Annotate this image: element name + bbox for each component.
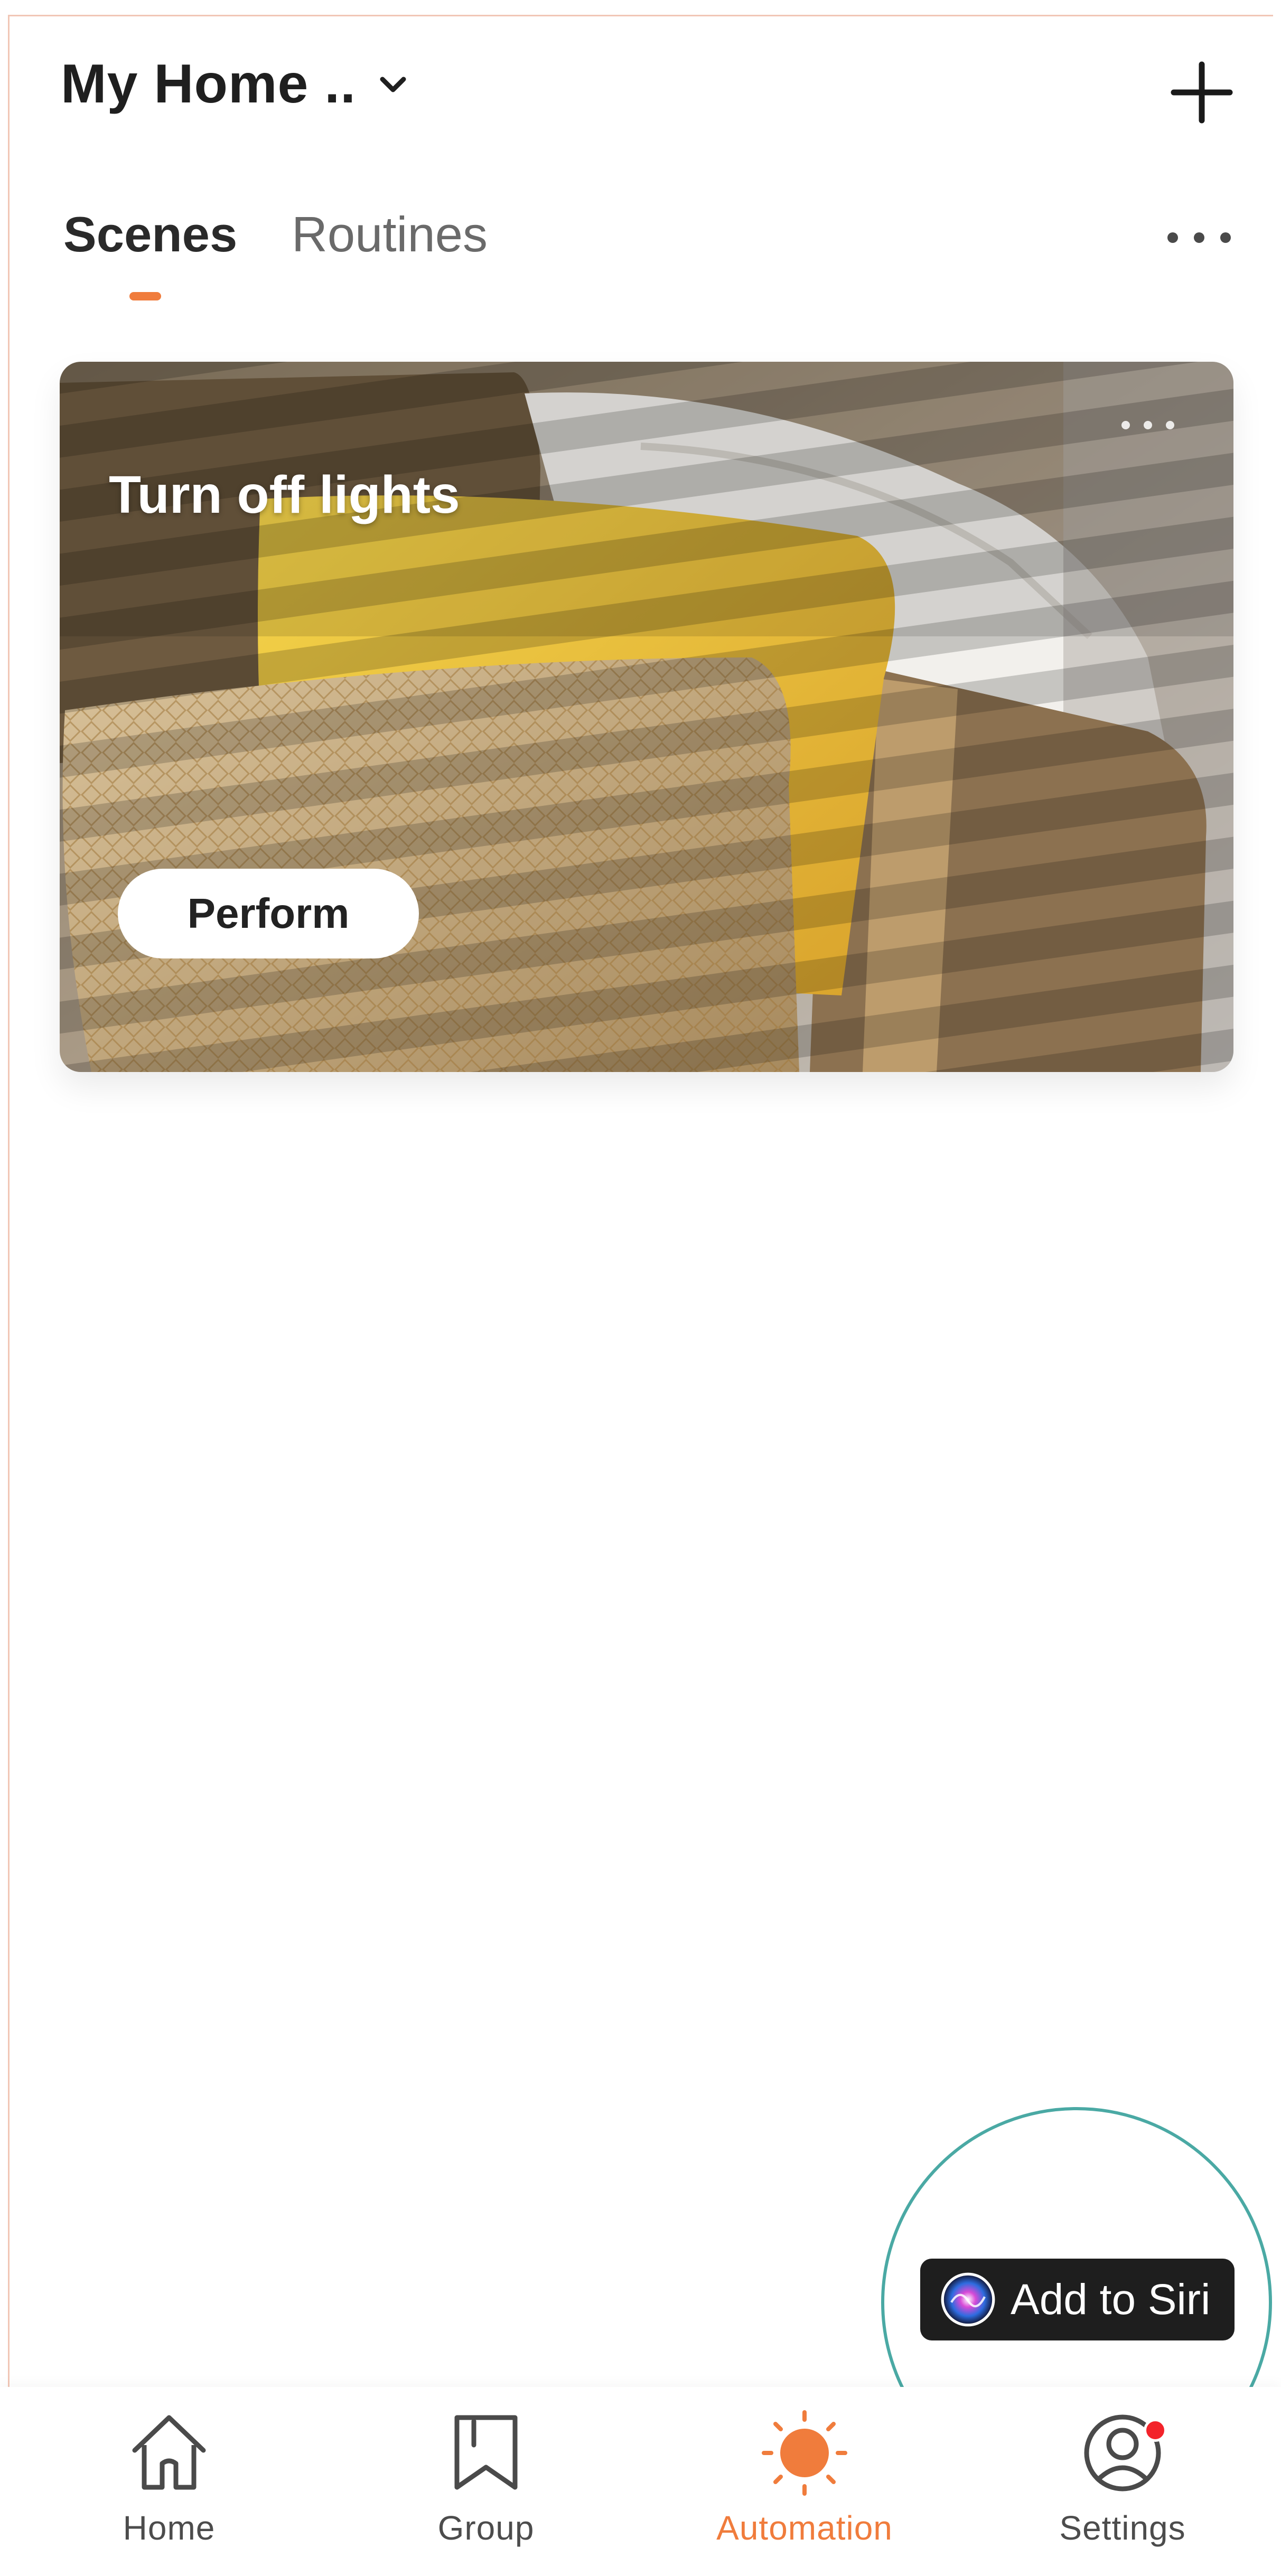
nav-item-settings[interactable]: Settings	[1017, 2408, 1228, 2547]
siri-icon	[941, 2272, 995, 2327]
nav-label-settings: Settings	[1059, 2509, 1186, 2547]
nav-item-home[interactable]: Home	[63, 2408, 275, 2547]
sun-icon	[762, 2410, 847, 2496]
home-selector[interactable]: My Home ..	[61, 53, 409, 116]
nav-label-automation: Automation	[716, 2509, 893, 2547]
home-title: My Home ..	[61, 53, 356, 115]
bookmark-icon	[454, 2415, 518, 2490]
home-icon	[132, 2415, 206, 2490]
notification-badge	[1144, 2419, 1167, 2442]
scene-title: Turn off lights	[109, 465, 460, 524]
nav-item-automation[interactable]: Automation	[699, 2408, 910, 2547]
perform-button[interactable]: Perform	[118, 869, 419, 958]
active-tab-indicator	[129, 292, 161, 300]
chevron-down-icon	[380, 77, 406, 92]
tab-scenes[interactable]: Scenes	[63, 206, 237, 263]
bottom-nav: Home Group Automation Settings	[0, 2387, 1281, 2576]
add-to-siri-button[interactable]: Add to Siri	[920, 2259, 1235, 2340]
plus-icon[interactable]	[1167, 58, 1236, 127]
nav-item-group[interactable]: Group	[380, 2408, 592, 2547]
tab-routines[interactable]: Routines	[292, 206, 488, 263]
nav-label-home: Home	[123, 2509, 216, 2547]
nav-label-group: Group	[437, 2509, 535, 2547]
scene-more-icon[interactable]	[1121, 417, 1174, 433]
add-to-siri-label: Add to Siri	[1011, 2275, 1211, 2324]
more-horizontal-icon[interactable]	[1167, 222, 1231, 253]
scene-card[interactable]: Turn off lights Perform	[60, 362, 1233, 1072]
